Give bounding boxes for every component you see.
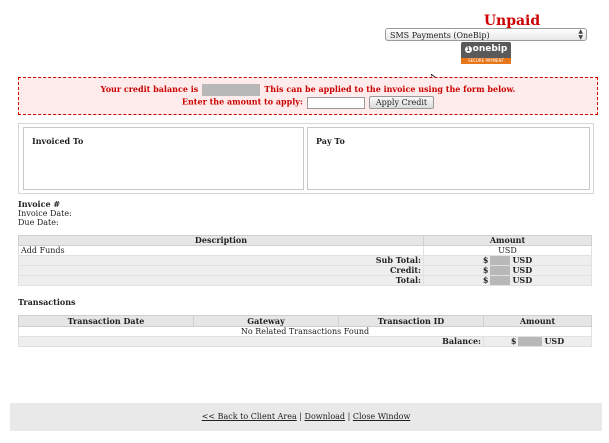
- invoice-status: Unpaid: [483, 13, 541, 29]
- total-prefix: $: [482, 275, 489, 285]
- invoiced-to-heading: Invoiced To: [32, 136, 84, 146]
- gateway-selected-value: SMS Payments (OneBip): [390, 31, 490, 40]
- credit-label: Credit:: [18, 265, 424, 276]
- credit-balance-label: Your credit balance is: [100, 84, 199, 94]
- subtotal-redacted: [490, 256, 511, 265]
- amount-header: Amount: [423, 235, 592, 246]
- credit-balance-box: Your credit balance is This can be applie…: [18, 77, 598, 115]
- footer-bar: << Back to Client Area | Download | Clos…: [10, 403, 602, 431]
- balance-label: Balance:: [18, 336, 484, 347]
- no-transactions-message: No Related Transactions Found: [18, 326, 592, 337]
- credit-amount-input[interactable]: [306, 96, 365, 109]
- close-window-link[interactable]: Close Window: [353, 412, 410, 421]
- due-date-label: Due Date:: [18, 218, 59, 227]
- transaction-amount-header: Amount: [483, 315, 592, 327]
- invoiced-to-box: Invoiced To: [23, 127, 304, 190]
- balance-prefix: $: [510, 336, 517, 346]
- table-row: No Related Transactions Found: [18, 326, 592, 337]
- credit-redacted: [490, 266, 511, 275]
- secure-payment-tag: SECURE PAYMENT: [461, 58, 511, 64]
- apply-credit-button[interactable]: Apply Credit: [368, 96, 435, 109]
- credit-row: Credit: $ USD: [18, 265, 592, 276]
- table-row: Add Funds USD: [18, 245, 592, 256]
- total-redacted: [490, 276, 511, 285]
- description-header: Description: [18, 235, 424, 246]
- balance-currency: USD: [544, 336, 565, 346]
- subtotal-currency: USD: [512, 255, 533, 265]
- onebip-logo[interactable]: 1 onebip SECURE PAYMENT: [461, 42, 511, 64]
- onebip-mark-icon: 1: [464, 46, 472, 53]
- credit-apply-info: This can be applied to the invoice using…: [264, 84, 516, 94]
- footer-separator: |: [347, 412, 351, 421]
- items-header-row: Description Amount: [18, 235, 592, 246]
- total-row: Total: $ USD: [18, 275, 592, 286]
- transactions-header-row: Transaction Date Gateway Transaction ID …: [18, 315, 592, 327]
- invoice-items-table: Description Amount Add Funds USD Sub Tot…: [18, 235, 592, 286]
- item-description: Add Funds: [18, 245, 424, 256]
- back-to-client-area-link[interactable]: << Back to Client Area: [202, 412, 297, 421]
- total-currency: USD: [512, 275, 533, 285]
- address-section: Invoiced To Pay To: [18, 123, 594, 194]
- credit-currency: USD: [512, 265, 533, 275]
- invoice-meta: Invoice # Invoice Date: Due Date:: [18, 199, 72, 228]
- invoice-page: Unpaid SMS Payments (OneBip) ▲ ▼ 1 onebip …: [0, 0, 609, 443]
- onebip-logo-text: onebip: [472, 44, 508, 54]
- payment-gateway-select[interactable]: SMS Payments (OneBip) ▲ ▼: [385, 28, 587, 41]
- pay-to-heading: Pay To: [316, 136, 345, 146]
- subtotal-row: Sub Total: $ USD: [18, 255, 592, 266]
- invoice-number-label: Invoice #: [18, 199, 61, 209]
- balance-redacted: [518, 337, 543, 346]
- select-arrows-icon: ▲ ▼: [578, 28, 583, 41]
- gateway-header: Gateway: [193, 315, 339, 327]
- subtotal-label: Sub Total:: [18, 255, 424, 266]
- item-amount: USD: [423, 245, 592, 256]
- invoice-date-label: Invoice Date:: [18, 209, 72, 218]
- transaction-date-header: Transaction Date: [18, 315, 194, 327]
- total-label: Total:: [18, 275, 424, 286]
- transaction-id-header: Transaction ID: [338, 315, 484, 327]
- balance-row: Balance: $ USD: [18, 336, 592, 347]
- credit-amount-label: Enter the amount to apply:: [181, 96, 303, 107]
- subtotal-prefix: $: [482, 255, 489, 265]
- footer-separator: |: [299, 412, 302, 421]
- credit-balance-redacted: [202, 84, 261, 96]
- transactions-table: Transaction Date Gateway Transaction ID …: [18, 315, 592, 347]
- download-link[interactable]: Download: [305, 412, 346, 421]
- transactions-title: Transactions: [18, 297, 76, 307]
- credit-prefix: $: [482, 265, 489, 275]
- pay-to-box: Pay To: [307, 127, 590, 190]
